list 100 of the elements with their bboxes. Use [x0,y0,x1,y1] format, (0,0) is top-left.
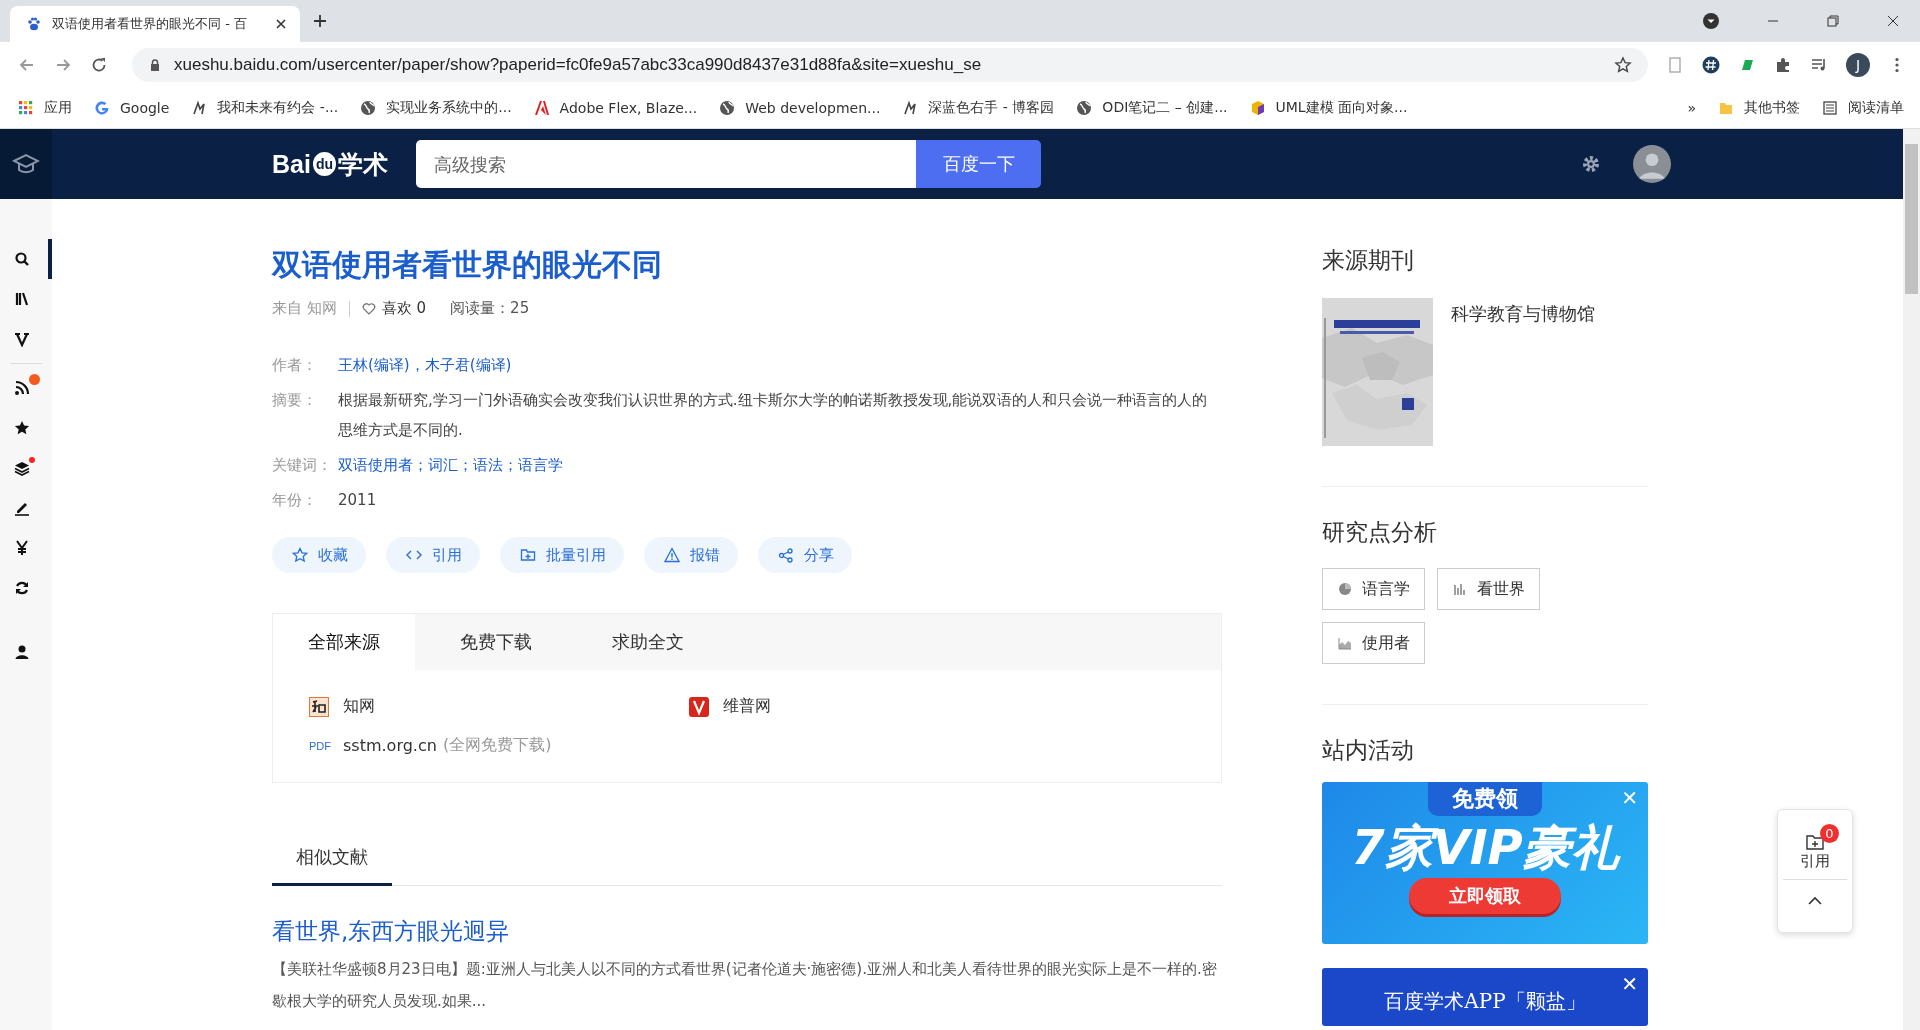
baidu-scholar-logo[interactable]: Bai du 学术 [272,147,388,181]
source-tab[interactable]: 全部来源 [273,614,415,670]
section-heading: 研究点分析 [1322,518,1438,547]
field-link[interactable]: 王林(编译)，木子君(编译) [338,350,1222,380]
triangle-logo-icon [533,100,550,116]
bookmark[interactable]: Google [94,100,170,116]
globe-icon [719,100,736,116]
bookmark[interactable]: 实现业务系统中的... [360,99,512,117]
bookmark[interactable]: 深蓝色右手 - 博客园 [902,99,1055,117]
action-button[interactable]: 报错 [644,537,738,573]
source-label: 来自 知网 [272,299,337,318]
user-avatar[interactable] [1633,145,1671,183]
bookmark[interactable]: Web developmen... [719,100,881,116]
g-logo-icon [94,100,110,116]
similar-paper-summary: 【美联社华盛顿8月23日电】题:亚洲人与北美人以不同的方式看世界(记者伦道夫·施密德).亚洲人和北美人看待世界的眼光实际上是不一样的.密歇根大学的研究人员发现.如果... [272,959,1218,1012]
area-chart-icon [1337,636,1352,650]
search-button[interactable]: 百度一下 [916,140,1041,188]
profile-avatar[interactable]: J [1846,53,1870,77]
bookmark[interactable]: 我和未来有约会 -... [191,99,339,117]
reading-list-button[interactable]: 阅读清单 [1822,99,1904,117]
read-count: 阅读量：25 [450,299,530,318]
claim-button[interactable]: 立即领取 [1409,878,1561,914]
source-link[interactable]: sstm.org.cn [343,736,437,755]
refresh-icon [14,580,30,596]
puzzle-icon[interactable] [1774,56,1792,74]
banner-tag: 免费领 [1428,782,1542,816]
field-value: 2011 [338,490,378,511]
topic-button[interactable]: 看世界 [1437,568,1540,610]
heart-icon [361,301,376,316]
source-link[interactable]: 维普网 [723,696,771,717]
action-button[interactable]: 引用 [386,537,480,573]
bookmark[interactable]: UML建模 面向对象... [1249,99,1408,117]
tab-search-icon[interactable] [1702,12,1720,30]
journal-name[interactable]: 科学教育与博物馆 [1451,302,1595,326]
globe-icon [360,100,377,116]
topic-button[interactable]: 语言学 [1322,568,1425,610]
restore-icon[interactable] [1826,14,1840,28]
new-tab-icon[interactable] [312,13,328,29]
more-bookmarks-button[interactable]: » [1687,100,1696,116]
section-heading: 来源期刊 [1322,246,1415,275]
paw-icon [26,16,42,32]
user-icon [14,644,30,660]
hash-extension-icon[interactable] [1702,56,1720,74]
action-button[interactable]: 分享 [758,537,852,573]
zhi-logo-icon [309,696,329,717]
lock-icon [148,58,162,72]
close-button[interactable]: ✕ [1621,972,1638,996]
source-link[interactable]: 知网 [343,696,375,717]
bookmark[interactable]: 应用 [18,99,72,117]
action-button[interactable]: 收藏 [272,537,366,573]
browser-tab[interactable]: 双语使用者看世界的眼光不同 - 百 [10,6,300,42]
similar-tab[interactable]: 相似文献 [272,835,392,886]
cite-button[interactable]: 0 引用 [1783,810,1847,880]
star-icon[interactable] [1614,56,1632,74]
books-icon [14,291,30,307]
folder-plus-icon [520,547,536,563]
count-badge: 0 [1820,824,1839,843]
field-label: 摘要： [272,390,318,411]
warning-icon [664,547,680,563]
promo-banner[interactable]: 免费领 7家VIP豪礼 立即领取 ✕ [1322,782,1648,944]
like-button[interactable]: 喜欢 0 [361,299,427,318]
field-label: 作者： [272,355,318,376]
yen-icon [14,540,30,556]
source-note: (全网免费下载) [442,735,552,756]
rss-icon [14,380,30,396]
field-label: 年份： [272,490,318,511]
bar-chart-icon [1452,582,1467,596]
address-field[interactable]: xueshu.baidu.com/usercenter/paper/show?paperid=fc0fe9a57abc33ca990d8437e31d88fa&site=xueshu_se [132,48,1648,82]
action-button[interactable]: 批量引用 [500,537,624,573]
bookmark[interactable]: Adobe Flex, Blaze... [533,100,698,116]
section-heading: 站内活动 [1322,736,1415,765]
pen-icon [14,500,30,516]
layers-icon [14,460,30,476]
pdf-label: PDF [309,739,329,752]
bookmark[interactable]: ODI笔记二 – 创建... [1076,99,1228,117]
search-field[interactable]: 高级搜索 [416,140,916,188]
bookmark-folder[interactable]: 其他书签 [1718,99,1800,117]
v-logo-icon [689,696,709,717]
field-value: 根据最新研究,学习一门外语确实会改变我们认识世界的方式.纽卡斯尔大学的帕诺斯教授发现,能说双语的人和只会说一种语言的人的思维方式是不同的. [338,390,1209,441]
tab-title: 双语使用者看世界的眼光不同 - 百 [52,15,248,33]
field-link[interactable]: 双语使用者；词汇；语法；语言学 [338,450,1222,480]
folder-icon [1718,100,1734,116]
field-label: 关键词： [272,455,333,476]
folder-plus-icon [1805,832,1825,852]
cube-icon [1249,100,1266,116]
similar-paper-title[interactable]: 看世界,东西方眼光迥异 [272,916,1222,947]
star-icon [14,420,30,436]
settings-icon[interactable] [1581,154,1601,174]
reload-icon[interactable] [90,56,108,74]
apps-grid-icon [18,100,34,116]
topic-button[interactable]: 使用者 [1322,622,1425,664]
close-icon[interactable] [274,17,288,31]
share-icon [778,547,794,563]
close-icon[interactable] [1886,14,1900,28]
scrollbar[interactable] [1903,129,1920,1030]
list-icon [1822,100,1838,116]
banner-headline: 7家VIP豪礼 [1351,818,1619,877]
paper-title[interactable]: 双语使用者看世界的眼光不同 [272,245,1222,285]
promo-banner[interactable]: 百度学术APP「颗盐」 ✕ [1322,968,1648,1026]
pie-chart-icon [1337,582,1352,596]
